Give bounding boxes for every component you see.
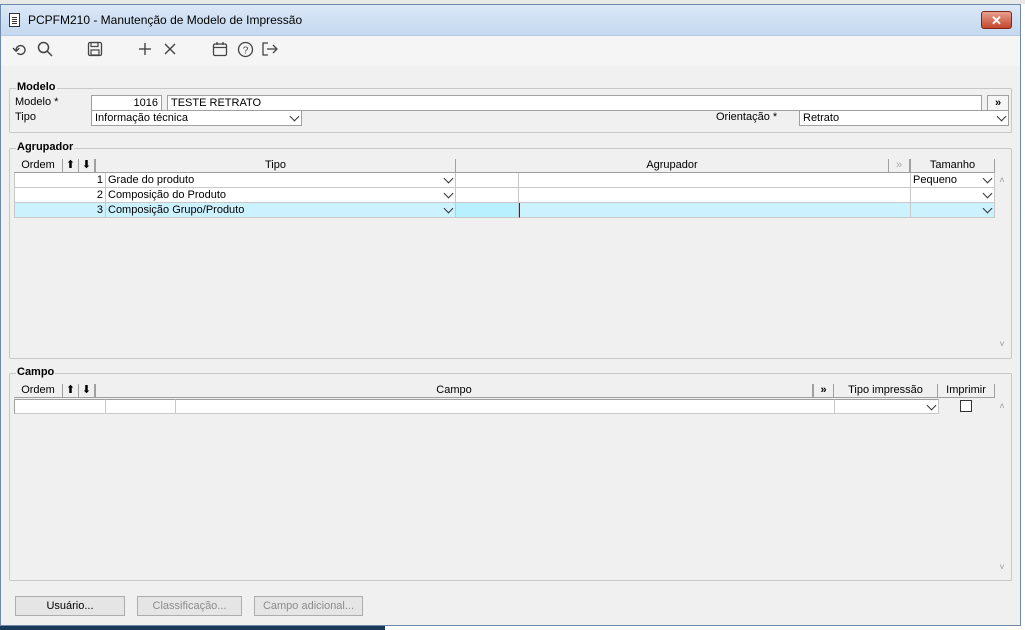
table-row-3-tamanho[interactable]: [911, 203, 995, 218]
tipo-label: Tipo: [15, 111, 36, 123]
add-icon[interactable]: [135, 41, 155, 61]
sort-down-icon[interactable]: ⬇: [79, 159, 95, 173]
classificacao-button[interactable]: Classificação...: [137, 596, 242, 616]
scroll-down-icon[interactable]: ˅: [995, 562, 1009, 572]
modelo-code-input[interactable]: 1016: [91, 95, 162, 111]
column-header-agrupador[interactable]: Agrupador: [456, 159, 889, 173]
agrupador-section-title: Agrupador: [16, 141, 75, 153]
title-bar: PCPFM210 - Manutenção de Modelo de Impre…: [1, 5, 1020, 36]
table-row-2-code[interactable]: [456, 188, 519, 203]
table-row-2-ordem[interactable]: 2: [14, 188, 106, 203]
help-icon[interactable]: ?: [235, 41, 255, 61]
scroll-up-icon[interactable]: ˄: [995, 401, 1009, 411]
modelo-group: Modelo Modelo * 1016 TESTE RETRATO » Tip…: [9, 81, 1012, 133]
campo-section-title: Campo: [16, 366, 56, 378]
column-header-ordem[interactable]: Ordem: [14, 159, 63, 173]
table-row-2-tipo[interactable]: Composição do Produto: [106, 188, 456, 203]
chevron-down-icon: [289, 111, 300, 125]
orientacao-label: Orientação *: [716, 111, 778, 123]
campo-row-tipo-impressao[interactable]: [835, 399, 939, 414]
orientacao-select-value: Retrato: [803, 112, 840, 124]
column-header-tipo-impressao[interactable]: Tipo impressão: [834, 384, 938, 398]
chevron-down-icon: [926, 400, 937, 413]
chevron-down-icon: [996, 111, 1007, 125]
table-row-1-tipo-value: Grade do produto: [108, 174, 195, 186]
table-row-3-tipo[interactable]: Composição Grupo/Produto: [106, 203, 456, 218]
chevron-down-icon: [443, 173, 454, 187]
table-row-3-code[interactable]: [456, 203, 519, 218]
orientacao-select[interactable]: Retrato: [799, 110, 1009, 126]
chevron-down-icon: [443, 203, 454, 217]
modelo-label: Modelo *: [15, 96, 59, 108]
campo-adicional-button[interactable]: Campo adicional...: [254, 596, 363, 616]
svg-text:?: ?: [242, 46, 248, 57]
search-icon[interactable]: [35, 41, 55, 61]
campo-row-code[interactable]: [106, 399, 176, 414]
main-window: PCPFM210 - Manutenção de Modelo de Impre…: [0, 4, 1021, 626]
window-title: PCPFM210 - Manutenção de Modelo de Impre…: [28, 13, 303, 27]
taskbar-strip: [0, 626, 385, 630]
campo-group: Campo Ordem ⬆ ⬇ Campo » Tipo impressão I…: [9, 366, 1012, 581]
modelo-description-input[interactable]: TESTE RETRATO: [167, 95, 982, 111]
column-header-imprimir[interactable]: Imprimir: [938, 384, 995, 398]
tipo-select-value: Informação técnica: [95, 112, 188, 124]
modelo-more-button[interactable]: »: [987, 95, 1009, 111]
sort-down-icon[interactable]: ⬇: [79, 384, 95, 398]
toolbar: ⟲ ?: [1, 36, 1020, 66]
exit-icon[interactable]: [260, 41, 280, 61]
calendar-icon[interactable]: [210, 41, 230, 61]
imprimir-checkbox[interactable]: [960, 400, 972, 412]
sort-up-icon[interactable]: ⬆: [63, 384, 79, 398]
table-row-3-ordem[interactable]: 3: [14, 203, 106, 218]
table-row-3-agrupador[interactable]: [519, 203, 911, 218]
chevron-down-icon: [982, 203, 993, 217]
agrupador-more-button[interactable]: »: [889, 159, 910, 173]
document-icon: [9, 13, 20, 27]
table-row-1-ordem[interactable]: 1: [14, 173, 106, 188]
undo-icon[interactable]: ⟲: [9, 41, 29, 61]
delete-icon[interactable]: [160, 41, 180, 61]
table-row-3-tipo-value: Composição Grupo/Produto: [108, 204, 245, 216]
campo-row-ordem[interactable]: [14, 399, 106, 414]
agrupador-group: Agrupador Ordem ⬆ ⬇ Tipo Agrupador » Tam…: [9, 141, 1012, 359]
scroll-up-icon[interactable]: ˄: [995, 175, 1009, 185]
chevron-down-icon: [982, 173, 993, 187]
column-header-tipo[interactable]: Tipo: [95, 159, 456, 173]
column-header-ordem[interactable]: Ordem: [14, 384, 63, 398]
campo-more-button[interactable]: »: [813, 384, 834, 398]
close-button[interactable]: ✕: [981, 11, 1012, 29]
table-row-2-tamanho[interactable]: [911, 188, 995, 203]
chevron-down-icon: [443, 188, 454, 202]
usuario-button[interactable]: Usuário...: [15, 596, 125, 616]
table-row-1-code[interactable]: [456, 173, 519, 188]
column-header-campo[interactable]: Campo: [95, 384, 813, 398]
column-header-tamanho[interactable]: Tamanho: [910, 159, 995, 173]
table-row-2-agrupador[interactable]: [519, 188, 911, 203]
save-icon[interactable]: [85, 41, 105, 61]
sort-up-icon[interactable]: ⬆: [63, 159, 79, 173]
table-row-2-tipo-value: Composição do Produto: [108, 189, 227, 201]
modelo-section-title: Modelo: [16, 81, 57, 93]
table-row-1-tipo[interactable]: Grade do produto: [106, 173, 456, 188]
chevron-down-icon: [982, 188, 993, 202]
table-row-1-agrupador[interactable]: [519, 173, 911, 188]
table-row-1-tamanho-value: Pequeno: [913, 174, 958, 186]
table-row-1-tamanho[interactable]: Pequeno: [911, 173, 995, 188]
scroll-down-icon[interactable]: ˅: [995, 339, 1009, 349]
campo-row-campo[interactable]: [176, 399, 835, 414]
tipo-select[interactable]: Informação técnica: [91, 110, 302, 126]
